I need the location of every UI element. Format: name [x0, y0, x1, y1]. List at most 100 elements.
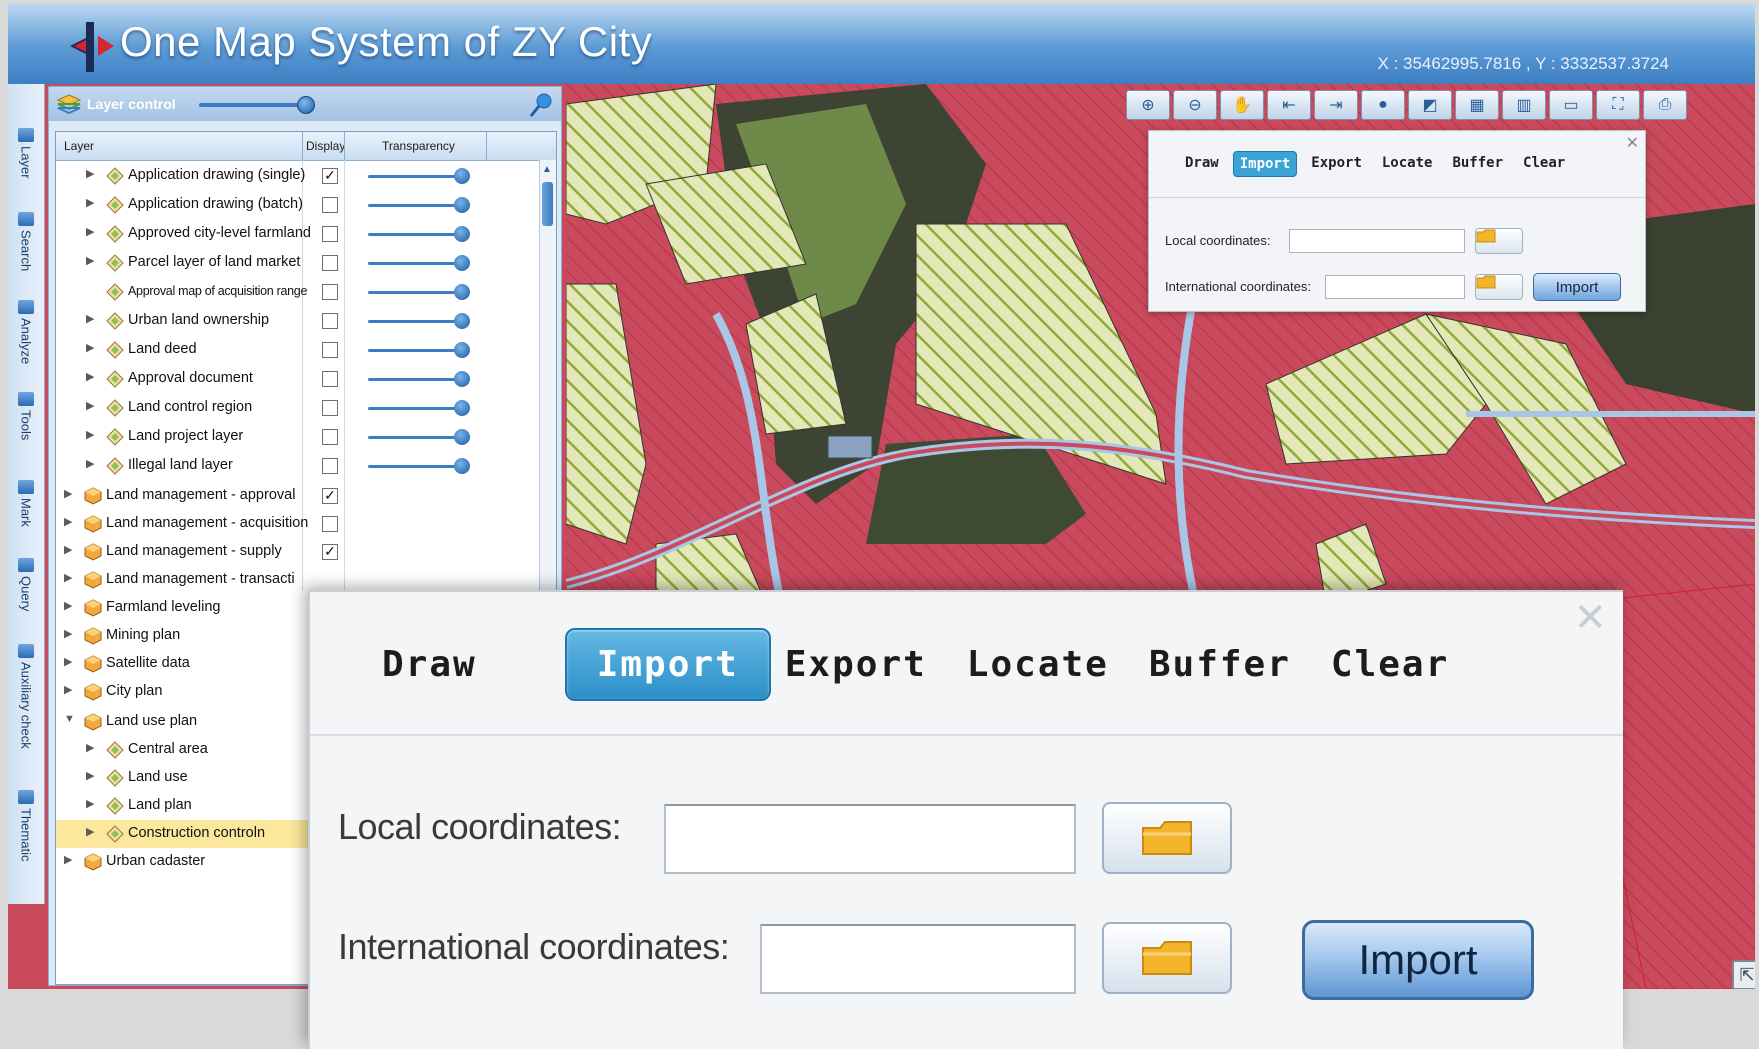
layer-row[interactable]: ▶ Land deed: [56, 336, 540, 364]
expand-arrow-icon[interactable]: ▶: [86, 825, 94, 838]
transparency-slider[interactable]: [368, 204, 462, 207]
tab-locate[interactable]: Locate: [1376, 151, 1439, 177]
layer-row[interactable]: Approval map of acquisition range: [56, 278, 540, 306]
transparency-slider[interactable]: [368, 436, 462, 439]
layer-row[interactable]: ▶ Parcel layer of land market: [56, 249, 540, 277]
tab-locate[interactable]: Locate: [967, 630, 1109, 699]
expand-arrow-icon[interactable]: ▶: [86, 797, 94, 810]
tool-analyze[interactable]: Analyze: [8, 300, 44, 364]
display-checkbox[interactable]: [322, 516, 338, 532]
local-coordinates-input[interactable]: [1289, 229, 1465, 253]
expand-arrow-icon[interactable]: ▶: [86, 341, 94, 354]
display-checkbox[interactable]: [322, 458, 338, 474]
transparency-slider-knob[interactable]: [454, 313, 470, 329]
transparency-slider[interactable]: [368, 465, 462, 468]
import-button-small[interactable]: Import: [1533, 273, 1621, 301]
full-extent-button[interactable]: ⛶: [1596, 90, 1640, 120]
transparency-slider-knob[interactable]: [454, 168, 470, 184]
international-browse-button[interactable]: [1102, 922, 1232, 994]
tab-clear[interactable]: Clear: [1517, 151, 1571, 177]
resize-corner-button[interactable]: ⇱: [1732, 960, 1755, 989]
tab-export[interactable]: Export: [1305, 151, 1368, 177]
transparency-slider-knob[interactable]: [454, 342, 470, 358]
international-coordinates-input[interactable]: [1325, 275, 1465, 299]
pin-icon[interactable]: [527, 91, 555, 119]
expand-arrow-icon[interactable]: ▶: [86, 457, 94, 470]
expand-arrow-icon[interactable]: ▶: [64, 571, 72, 584]
transparency-slider[interactable]: [368, 378, 462, 381]
expand-arrow-icon[interactable]: ▶: [86, 769, 94, 782]
scrollbar-thumb[interactable]: [542, 182, 553, 226]
collapse-arrow-icon[interactable]: ▼: [64, 713, 75, 725]
layer-row[interactable]: ▶ Land project layer: [56, 423, 540, 451]
expand-arrow-icon[interactable]: ▶: [64, 683, 72, 696]
display-checkbox[interactable]: [322, 226, 338, 242]
display-checkbox[interactable]: ✓: [322, 488, 338, 504]
transparency-slider-knob[interactable]: [454, 197, 470, 213]
close-icon[interactable]: ✕: [1573, 598, 1607, 638]
expand-arrow-icon[interactable]: ▶: [64, 599, 72, 612]
scroll-up-icon[interactable]: ▲: [542, 164, 552, 175]
transparency-slider[interactable]: [368, 407, 462, 410]
local-browse-button[interactable]: [1102, 802, 1232, 874]
display-checkbox[interactable]: [322, 429, 338, 445]
import-button[interactable]: Import: [1302, 920, 1534, 1000]
display-checkbox[interactable]: [322, 197, 338, 213]
expand-arrow-icon[interactable]: ▶: [64, 627, 72, 640]
tool-tools[interactable]: Tools: [8, 392, 44, 440]
display-checkbox[interactable]: [322, 371, 338, 387]
layer-row[interactable]: ▶ Land control region: [56, 394, 540, 422]
close-icon[interactable]: ✕: [1626, 133, 1639, 153]
tab-buffer[interactable]: Buffer: [1446, 151, 1509, 177]
expand-arrow-icon[interactable]: ▶: [64, 655, 72, 668]
layer-row[interactable]: ▶ Approved city-level farmland: [56, 220, 540, 248]
pan-button[interactable]: ✋: [1220, 90, 1264, 120]
screen-button[interactable]: ▭: [1549, 90, 1593, 120]
display-checkbox[interactable]: [322, 400, 338, 416]
display-checkbox[interactable]: ✓: [322, 168, 338, 184]
layer-row[interactable]: ▶ Application drawing (batch): [56, 191, 540, 219]
transparency-slider[interactable]: [368, 349, 462, 352]
expand-arrow-icon[interactable]: ▶: [86, 370, 94, 383]
layer-group-row[interactable]: ▶ Land management - approval ✓: [56, 482, 540, 510]
expand-arrow-icon[interactable]: ▶: [64, 515, 72, 528]
expand-arrow-icon[interactable]: ▶: [86, 312, 94, 325]
transparency-slider[interactable]: [368, 262, 462, 265]
expand-arrow-icon[interactable]: ▶: [86, 428, 94, 441]
column-layer[interactable]: Layer: [64, 139, 94, 153]
print-button[interactable]: ⎙: [1643, 90, 1687, 120]
display-checkbox[interactable]: [322, 255, 338, 271]
layer-row[interactable]: ▶ Application drawing (single) ✓: [56, 162, 540, 190]
tab-clear[interactable]: Clear: [1331, 630, 1449, 699]
international-coordinates-input[interactable]: [760, 924, 1076, 994]
zoom-in-button[interactable]: ⊕: [1126, 90, 1170, 120]
tab-import[interactable]: Import: [1232, 151, 1298, 177]
globe-button[interactable]: ●: [1361, 90, 1405, 120]
expand-arrow-icon[interactable]: ▶: [64, 543, 72, 556]
expand-arrow-icon[interactable]: ▶: [86, 225, 94, 238]
tab-draw[interactable]: Draw: [1179, 151, 1225, 177]
next-extent-button[interactable]: ⇥: [1314, 90, 1358, 120]
tab-draw[interactable]: Draw: [382, 630, 505, 699]
book-button[interactable]: ▥: [1502, 90, 1546, 120]
tool-mark[interactable]: Mark: [8, 480, 44, 527]
expand-arrow-icon[interactable]: ▶: [86, 167, 94, 180]
display-checkbox[interactable]: [322, 313, 338, 329]
transparency-slider[interactable]: [368, 291, 462, 294]
tab-import[interactable]: Import: [564, 628, 771, 701]
tab-buffer[interactable]: Buffer: [1149, 630, 1291, 699]
layer-group-row[interactable]: ▶ Land management - supply ✓: [56, 538, 540, 566]
local-browse-button[interactable]: [1475, 228, 1523, 254]
tool-auxiliary-check[interactable]: Auxiliary check: [8, 644, 44, 749]
layer-row[interactable]: ▶ Approval document: [56, 365, 540, 393]
measure-button[interactable]: ◩: [1408, 90, 1452, 120]
transparency-slider[interactable]: [368, 320, 462, 323]
transparency-slider-knob[interactable]: [454, 284, 470, 300]
transparency-slider-knob[interactable]: [454, 429, 470, 445]
display-checkbox[interactable]: ✓: [322, 544, 338, 560]
expand-arrow-icon[interactable]: ▶: [86, 399, 94, 412]
display-checkbox[interactable]: [322, 342, 338, 358]
tool-layer[interactable]: Layer: [8, 128, 44, 179]
film-button[interactable]: ▦: [1455, 90, 1499, 120]
transparency-slider-knob[interactable]: [454, 255, 470, 271]
